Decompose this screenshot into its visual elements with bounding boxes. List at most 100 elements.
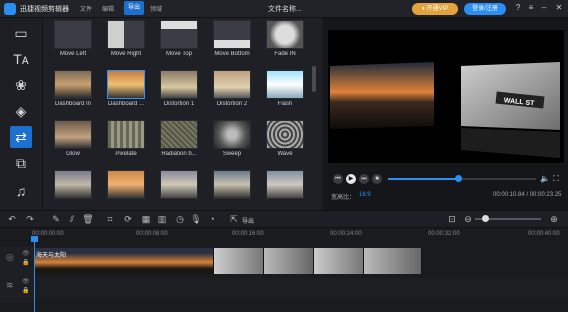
transition-label: Move Right bbox=[110, 51, 142, 57]
audio-track-icon: ≋ bbox=[6, 280, 14, 290]
transition-item[interactable]: Glow bbox=[47, 120, 99, 157]
playhead-handle[interactable] bbox=[31, 236, 38, 242]
menu-file[interactable]: 文件 bbox=[80, 4, 92, 13]
export-icon[interactable]: ⇱ bbox=[228, 214, 240, 225]
project-filename[interactable]: 文件名称... bbox=[268, 4, 302, 14]
timeline-clip[interactable] bbox=[214, 248, 264, 274]
mic-icon[interactable]: 🎙 bbox=[190, 214, 202, 225]
transition-item[interactable]: Move Left bbox=[47, 20, 99, 57]
timeline-clip[interactable] bbox=[314, 248, 364, 274]
transition-thumbnail bbox=[266, 20, 304, 49]
help-icon[interactable]: ? bbox=[512, 3, 524, 12]
transition-item[interactable]: Fade IN bbox=[259, 20, 311, 57]
ruler-tick-label: 00:00:16:00 bbox=[232, 231, 264, 237]
progress-knob[interactable] bbox=[454, 175, 462, 182]
gallery-scrollbar[interactable] bbox=[312, 66, 316, 92]
timeline-clip[interactable] bbox=[364, 248, 422, 274]
transition-thumbnail bbox=[54, 20, 92, 49]
fit-icon[interactable]: ⊡ bbox=[446, 214, 458, 225]
rotate-icon[interactable]: ⟳ bbox=[122, 214, 134, 225]
undo-icon[interactable]: ↶ bbox=[6, 214, 18, 225]
transition-item[interactable]: Flash bbox=[259, 70, 311, 107]
redo-icon[interactable]: ↷ bbox=[24, 214, 36, 225]
speed-icon[interactable]: ◔ bbox=[206, 214, 218, 224]
transition-item[interactable]: Move Top bbox=[153, 20, 205, 57]
menu-export[interactable]: 导出 bbox=[124, 1, 144, 15]
menu-edit[interactable]: 编辑 bbox=[102, 4, 114, 13]
zoom-out-icon[interactable]: ⊖ bbox=[462, 214, 474, 225]
volume-icon[interactable]: 🔈 bbox=[540, 174, 550, 183]
transition-item[interactable]: Distortion 1 bbox=[153, 70, 205, 107]
transition-item[interactable]: Distortion 2 bbox=[206, 70, 258, 107]
audio-visibility-icon[interactable]: 👁 bbox=[22, 278, 30, 285]
ruler-tick-label: 00:00:08:00 bbox=[136, 231, 168, 237]
text-icon[interactable]: Tᴀ bbox=[10, 48, 32, 70]
music-icon[interactable]: ♫ bbox=[10, 180, 32, 202]
export-label[interactable]: 导出 bbox=[242, 216, 254, 225]
transition-thumbnail bbox=[107, 120, 145, 149]
split-icon[interactable]: ⫽ bbox=[66, 214, 78, 225]
transition-item[interactable] bbox=[47, 170, 99, 199]
transition-item[interactable]: Dashboard ... bbox=[100, 70, 152, 107]
transition-label: Wave bbox=[277, 151, 293, 157]
edit-icon[interactable]: ✎ bbox=[50, 214, 62, 225]
minimize-icon[interactable]: – bbox=[538, 3, 550, 12]
transition-thumbnail bbox=[160, 120, 198, 149]
playhead[interactable] bbox=[34, 236, 35, 312]
transition-label: Glow bbox=[66, 151, 80, 157]
transition-item[interactable]: Sweep bbox=[206, 120, 258, 157]
audio-lock-icon[interactable]: 🔒 bbox=[22, 287, 29, 294]
track-visibility-icon[interactable]: 👁 bbox=[22, 250, 30, 257]
login-button[interactable]: 登录/注册 bbox=[464, 3, 506, 15]
crop-icon[interactable]: ⌗ bbox=[104, 214, 116, 225]
transition-item[interactable] bbox=[153, 170, 205, 199]
ruler-tick-label: 00:00:24:00 bbox=[330, 231, 362, 237]
menu-icon[interactable]: ≡ bbox=[525, 3, 537, 12]
stop-button[interactable]: ■ bbox=[372, 174, 382, 184]
delete-icon[interactable]: 🗑 bbox=[82, 214, 94, 225]
transition-item[interactable]: Move Bottom bbox=[206, 20, 258, 57]
transition-item[interactable] bbox=[206, 170, 258, 199]
transition-label: Fade IN bbox=[274, 51, 296, 57]
transition-thumbnail bbox=[266, 170, 304, 199]
filters-icon[interactable]: ❀ bbox=[10, 74, 32, 96]
clock-icon[interactable]: ◷ bbox=[174, 214, 186, 225]
prev-frame-button[interactable]: ⏮ bbox=[333, 174, 343, 184]
track-lock-icon[interactable]: 🔒 bbox=[22, 259, 29, 266]
transitions-icon[interactable]: ⇄ bbox=[10, 126, 32, 148]
transition-item[interactable]: Dashboard In bbox=[47, 70, 99, 107]
audio-track[interactable] bbox=[34, 278, 568, 300]
next-frame-button[interactable]: ⏭ bbox=[359, 174, 369, 184]
timeline-ruler: 00:00:00:00 00:00:08:00 00:00:16:00 00:00:2… bbox=[0, 228, 568, 244]
overlays-icon[interactable]: ◈ bbox=[10, 100, 32, 122]
transition-label: Move Top bbox=[166, 51, 192, 57]
transition-label: Sweep bbox=[222, 151, 242, 157]
transition-item[interactable]: Move Right bbox=[100, 20, 152, 57]
transition-thumbnail bbox=[213, 120, 251, 149]
fullscreen-icon[interactable]: ⛶ bbox=[553, 174, 559, 184]
timeline-clip[interactable] bbox=[264, 248, 314, 274]
zoom-in-icon[interactable]: ⊕ bbox=[548, 214, 560, 225]
vip-button[interactable]: ♦ 开通VIP bbox=[412, 3, 458, 15]
preview-screen: WALL ST bbox=[328, 30, 564, 163]
ruler-tick-label: 00:00:32:00 bbox=[428, 231, 460, 237]
transition-item[interactable]: Pixelate bbox=[100, 120, 152, 157]
audio-bars-icon[interactable]: ▥ bbox=[156, 214, 168, 225]
transition-item[interactable]: Wave bbox=[259, 120, 311, 157]
mosaic-icon[interactable]: ▦ bbox=[140, 214, 152, 225]
transition-item[interactable] bbox=[100, 170, 152, 199]
zoom-knob[interactable] bbox=[481, 215, 489, 222]
menu-extra[interactable]: 领域 bbox=[150, 4, 162, 13]
track-header: ◎ 👁 🔒 ≋ 👁 🔒 bbox=[0, 246, 34, 302]
transitions-gallery: Move Left Move Right Move Top Move Bottom Fa… bbox=[42, 18, 322, 210]
transition-thumbnail bbox=[160, 170, 198, 199]
transition-item[interactable] bbox=[259, 170, 311, 199]
transition-thumbnail bbox=[54, 120, 92, 149]
aspect-ratio-value[interactable]: 16:9 bbox=[359, 192, 371, 198]
elements-icon[interactable]: ⧉ bbox=[10, 152, 32, 174]
media-icon[interactable]: ▭ bbox=[10, 22, 32, 44]
transition-thumbnail bbox=[160, 70, 198, 99]
close-icon[interactable]: ✕ bbox=[553, 3, 565, 12]
transition-item[interactable]: Radiation b... bbox=[153, 120, 205, 157]
play-button[interactable]: ▶ bbox=[346, 174, 356, 184]
